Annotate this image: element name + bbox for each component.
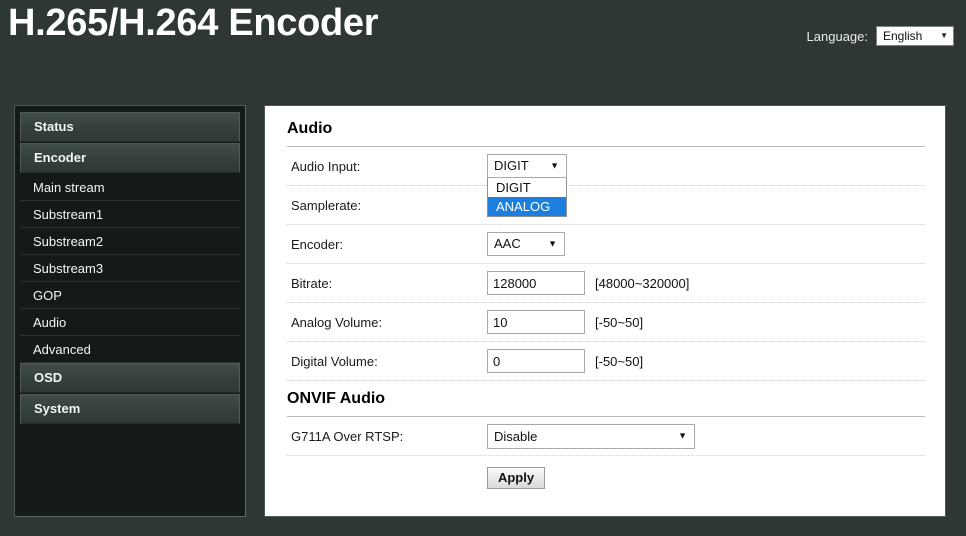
language-select[interactable]: English ▼ <box>876 26 954 46</box>
g711a-over-rtsp-field: Disable ▼ <box>487 423 695 449</box>
sidebar-item-label: Substream3 <box>33 261 104 276</box>
sidebar-item-osd[interactable]: OSD <box>20 363 240 393</box>
language-label: Language: <box>806 28 868 44</box>
sidebar-item-label: Advanced <box>33 342 91 357</box>
sidebar-item-main-stream[interactable]: Main stream <box>20 174 240 201</box>
g711a-over-rtsp-select-value: Disable <box>494 428 538 444</box>
bitrate-input[interactable] <box>487 271 585 295</box>
g711a-over-rtsp-label: G711A Over RTSP: <box>291 428 404 444</box>
sidebar-item-label: Main stream <box>33 180 105 195</box>
row-audio-input: Audio Input: DIGIT ▼ DIGIT ANALOG <box>287 147 925 217</box>
chevron-down-icon: ▼ <box>548 238 557 249</box>
apply-button[interactable]: Apply <box>487 467 545 489</box>
audio-input-label: Audio Input: <box>291 158 361 174</box>
digital-volume-field: [-50~50] <box>487 349 643 373</box>
bitrate-hint: [48000~320000] <box>595 275 690 291</box>
sidebar-item-label: System <box>34 401 81 416</box>
sidebar-item-substream2[interactable]: Substream2 <box>20 228 240 255</box>
sidebar-item-encoder[interactable]: Encoder <box>20 143 240 173</box>
audio-input-select-value: DIGIT <box>494 158 529 173</box>
analog-volume-field: [-50~50] <box>487 310 643 334</box>
sidebar: Status Encoder Main stream Substream1 Su… <box>14 105 246 517</box>
analog-volume-hint: [-50~50] <box>595 314 644 330</box>
audio-input-field: DIGIT ▼ DIGIT ANALOG <box>487 154 567 217</box>
bitrate-label: Bitrate: <box>291 275 333 291</box>
content-panel: Audio Audio Input: DIGIT ▼ DIGIT ANALOG … <box>264 105 946 517</box>
page-title: H.265/H.264 Encoder <box>8 2 379 44</box>
sidebar-item-label: Audio <box>33 315 67 330</box>
sidebar-item-label: Substream1 <box>33 207 104 222</box>
encoder-label: Encoder: <box>291 236 344 252</box>
audio-input-select[interactable]: DIGIT ▼ <box>487 154 567 178</box>
chevron-down-icon: ▼ <box>550 160 559 171</box>
audio-input-option-list[interactable]: DIGIT ANALOG <box>487 178 567 217</box>
row-encoder: Encoder: AAC ▼ <box>287 225 925 264</box>
row-analog-volume: Analog Volume: [-50~50] <box>287 303 925 342</box>
sidebar-item-advanced[interactable]: Advanced <box>20 336 240 363</box>
chevron-down-icon: ▼ <box>940 31 948 40</box>
encoder-select-value: AAC <box>494 236 521 251</box>
page-header: H.265/H.264 Encoder Language: English ▼ <box>0 0 966 90</box>
sidebar-item-label: GOP <box>33 288 62 303</box>
sidebar-item-label: Encoder <box>34 150 87 165</box>
row-bitrate: Bitrate: [48000~320000] <box>287 264 925 303</box>
digital-volume-input[interactable] <box>487 349 585 373</box>
sidebar-item-substream3[interactable]: Substream3 <box>20 255 240 282</box>
audio-section-title: Audio <box>287 120 925 147</box>
g711a-over-rtsp-select[interactable]: Disable ▼ <box>487 423 695 449</box>
language-selector-group: Language: English ▼ <box>807 26 954 46</box>
sidebar-item-label: OSD <box>34 370 63 385</box>
digital-volume-label: Digital Volume: <box>291 353 378 369</box>
language-select-value: English <box>883 29 923 43</box>
sidebar-item-gop[interactable]: GOP <box>20 282 240 309</box>
sidebar-item-status[interactable]: Status <box>20 112 240 142</box>
sidebar-item-label: Status <box>34 119 74 134</box>
sidebar-item-substream1[interactable]: Substream1 <box>20 201 240 228</box>
chevron-down-icon: ▼ <box>678 430 687 441</box>
bitrate-field: [48000~320000] <box>487 271 689 295</box>
sidebar-item-label: Substream2 <box>33 234 104 249</box>
onvif-audio-section-title: ONVIF Audio <box>287 390 925 417</box>
audio-input-option-digit[interactable]: DIGIT <box>488 178 566 197</box>
row-g711a-over-rtsp: G711A Over RTSP: Disable ▼ <box>287 417 925 456</box>
sidebar-item-system[interactable]: System <box>20 394 240 424</box>
encoder-select[interactable]: AAC ▼ <box>487 232 565 256</box>
sidebar-item-audio[interactable]: Audio <box>20 309 240 336</box>
analog-volume-label: Analog Volume: <box>291 314 383 330</box>
apply-row: Apply <box>287 456 925 500</box>
analog-volume-input[interactable] <box>487 310 585 334</box>
samplerate-label: Samplerate: <box>291 197 362 213</box>
encoder-field: AAC ▼ <box>487 232 565 256</box>
audio-input-option-analog[interactable]: ANALOG <box>488 197 566 216</box>
row-samplerate: Samplerate: <box>287 186 925 225</box>
digital-volume-hint: [-50~50] <box>595 353 644 369</box>
row-digital-volume: Digital Volume: [-50~50] <box>287 342 925 381</box>
